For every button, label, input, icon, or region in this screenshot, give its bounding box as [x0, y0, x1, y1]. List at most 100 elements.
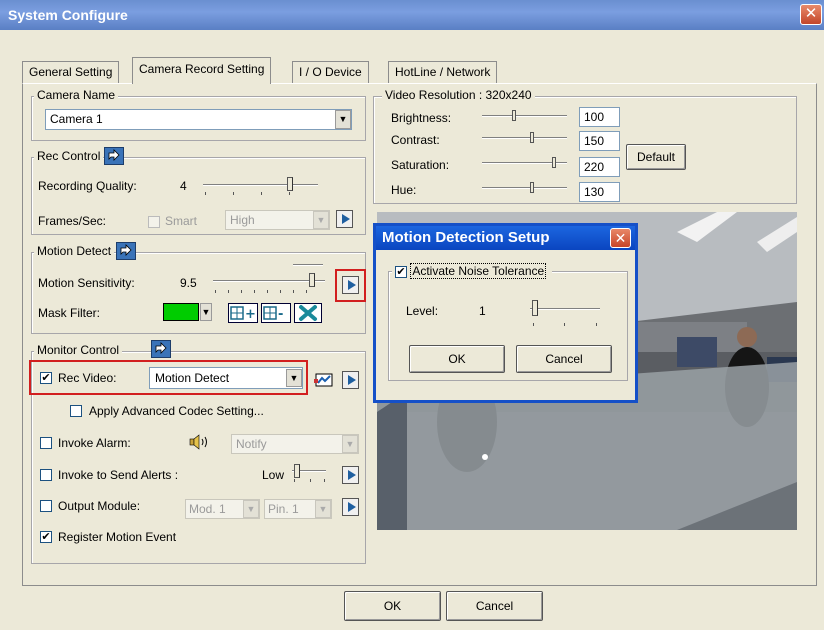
video-resolution-legend: Video Resolution : 320x240 — [382, 88, 535, 102]
output-module-label: Output Module: — [58, 499, 141, 513]
tab-general-setting[interactable]: General Setting — [22, 61, 120, 83]
brightness-label: Brightness: — [391, 111, 452, 125]
output-module-play-icon[interactable] — [342, 498, 359, 516]
slider-thumb[interactable] — [530, 132, 534, 143]
slider-thumb[interactable] — [552, 157, 556, 168]
frames-per-sec-label: Frames/Sec: — [38, 214, 107, 228]
motion-detect-setup-play-icon[interactable] — [342, 276, 359, 294]
send-alerts-label: Invoke to Send Alerts : — [58, 468, 179, 482]
slider-thumb[interactable] — [309, 273, 315, 287]
send-alerts-play-icon[interactable] — [342, 466, 359, 484]
chevron-down-icon[interactable]: ▼ — [243, 500, 259, 518]
rec-video-label: Rec Video: — [58, 371, 117, 385]
dialog-title: Motion Detection Setup — [382, 229, 550, 246]
dialog-title-bar: Motion Detection Setup — [376, 226, 635, 250]
motion-detect-legend: Motion Detect — [34, 244, 115, 258]
tab-label: General Setting — [29, 65, 113, 79]
window-title-bar: System Configure — [0, 0, 824, 30]
recording-quality-value: 4 — [180, 179, 187, 193]
tab-label: Camera Record Setting — [139, 62, 265, 76]
hue-slider[interactable] — [482, 180, 570, 196]
camera-name-select[interactable]: Camera 1 ▼ — [45, 109, 352, 130]
noise-level-slider[interactable] — [526, 296, 606, 336]
level-value: 1 — [479, 304, 486, 318]
noise-tolerance-checkbox[interactable]: ✔ — [395, 265, 407, 278]
camera-name-value: Camera 1 — [50, 112, 103, 126]
alerts-level-label: Low — [262, 468, 285, 482]
slider-thumb[interactable] — [532, 300, 538, 316]
window-close-button[interactable]: ✕ — [800, 4, 822, 25]
tab-label: I / O Device — [299, 65, 362, 79]
svg-text:+: + — [245, 307, 256, 322]
alerts-level-slider[interactable] — [290, 462, 330, 484]
contrast-slider[interactable] — [482, 130, 570, 146]
fps-select-value: High — [230, 213, 255, 227]
tab-camera-record-setting[interactable]: Camera Record Setting — [132, 57, 272, 84]
saturation-slider[interactable] — [482, 155, 570, 171]
send-alerts-checkbox[interactable] — [40, 469, 52, 481]
codec-settings-icon[interactable] — [313, 370, 335, 390]
invoke-alarm-label: Invoke Alarm: — [58, 436, 131, 450]
default-button[interactable]: Default — [626, 144, 686, 170]
slider-thumb[interactable] — [530, 182, 534, 193]
output-module-checkbox[interactable] — [40, 500, 52, 512]
chevron-down-icon[interactable]: ▼ — [335, 110, 351, 129]
tab-hotline-network[interactable]: HotLine / Network — [388, 61, 498, 83]
saturation-label: Saturation: — [391, 158, 450, 172]
smart-checkbox[interactable] — [148, 216, 160, 228]
clear-mask-icon[interactable] — [294, 303, 322, 323]
register-motion-checkbox[interactable]: ✔ — [40, 531, 52, 543]
chevron-down-icon[interactable]: ▼ — [200, 303, 212, 321]
brightness-input[interactable]: 100 — [579, 107, 620, 127]
advanced-codec-checkbox[interactable] — [70, 405, 82, 417]
chevron-down-icon[interactable]: ▼ — [342, 435, 358, 453]
monitor-control-legend: Monitor Control — [34, 343, 123, 357]
hue-label: Hue: — [391, 183, 417, 197]
recording-quality-label: Recording Quality: — [38, 179, 137, 193]
remove-mask-icon[interactable]: - — [261, 303, 291, 323]
motion-sensitivity-slider[interactable] — [213, 261, 328, 301]
motion-sensitivity-value: 9.5 — [180, 276, 197, 290]
fps-select[interactable]: High ▼ — [225, 210, 330, 230]
dialog-close-button[interactable]: ✕ — [610, 228, 631, 248]
ok-button[interactable]: OK — [344, 591, 441, 621]
rec-control-legend: Rec Control — [34, 149, 104, 163]
module-select-value: Mod. 1 — [189, 502, 226, 516]
fps-apply-play-icon[interactable] — [336, 210, 353, 228]
level-label: Level: — [406, 304, 439, 318]
mask-color-swatch[interactable] — [163, 303, 199, 321]
noise-tolerance-label: Activate Noise Tolerance — [410, 263, 547, 279]
slider-thumb[interactable] — [294, 464, 300, 478]
recording-quality-slider[interactable] — [203, 175, 318, 197]
chevron-down-icon[interactable]: ▼ — [286, 369, 302, 387]
invoke-alarm-checkbox[interactable] — [40, 437, 52, 449]
dialog-ok-button[interactable]: OK — [409, 345, 505, 373]
module-select[interactable]: Mod. 1 ▼ — [185, 499, 260, 519]
register-motion-label: Register Motion Event — [58, 530, 177, 544]
slider-thumb[interactable] — [512, 110, 516, 121]
speaker-icon[interactable] — [188, 432, 214, 452]
contrast-input[interactable]: 150 — [579, 131, 620, 151]
chevron-down-icon[interactable]: ▼ — [315, 500, 331, 518]
alarm-select[interactable]: Notify ▼ — [231, 434, 359, 454]
brightness-slider[interactable] — [482, 108, 570, 124]
rec-video-checkbox[interactable]: ✔ — [40, 372, 52, 384]
rec-control-settings-icon[interactable] — [104, 147, 124, 165]
rec-video-select[interactable]: Motion Detect ▼ — [149, 367, 303, 389]
monitor-control-settings-icon[interactable] — [151, 340, 171, 358]
svg-text:-: - — [278, 307, 283, 322]
mask-filter-label: Mask Filter: — [38, 306, 101, 320]
dialog-cancel-button[interactable]: Cancel — [516, 345, 612, 373]
pin-select[interactable]: Pin. 1 ▼ — [264, 499, 332, 519]
motion-detect-settings-icon[interactable] — [116, 242, 136, 260]
tab-io-device[interactable]: I / O Device — [292, 61, 369, 83]
cancel-button[interactable]: Cancel — [446, 591, 543, 621]
saturation-input[interactable]: 220 — [579, 157, 620, 177]
chevron-down-icon[interactable]: ▼ — [313, 211, 329, 229]
camera-name-legend: Camera Name — [34, 88, 119, 102]
smart-label: Smart — [165, 214, 198, 228]
slider-thumb[interactable] — [287, 177, 293, 191]
add-mask-icon[interactable]: + — [228, 303, 258, 323]
rec-video-play-icon[interactable] — [342, 371, 359, 389]
hue-input[interactable]: 130 — [579, 182, 620, 202]
